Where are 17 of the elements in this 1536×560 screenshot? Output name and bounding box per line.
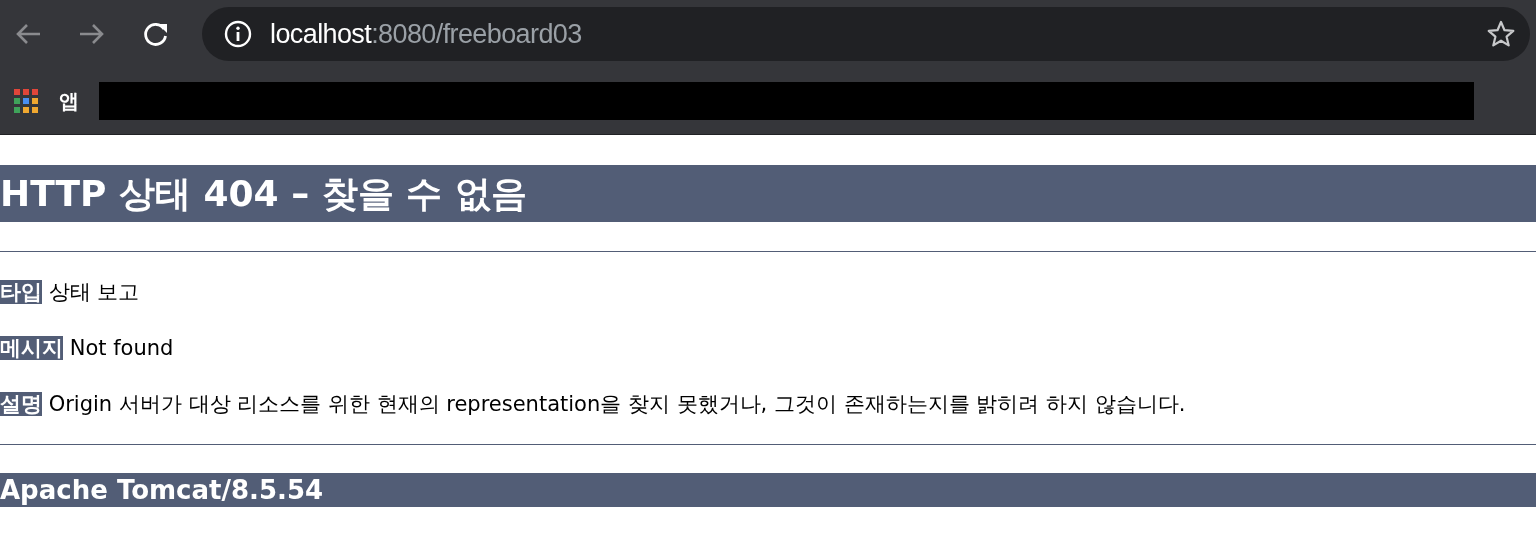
field-label: 메시지 — [0, 336, 63, 360]
url-text: localhost:8080/freeboard03 — [270, 18, 582, 50]
field-label: 타입 — [0, 280, 42, 304]
address-bar[interactable]: localhost:8080/freeboard03 — [202, 7, 1530, 61]
field-value: 상태 보고 — [48, 280, 140, 304]
bookmark-star-icon[interactable] — [1486, 19, 1516, 49]
apps-grid-icon[interactable] — [13, 88, 39, 114]
page-heading: HTTP 상태 404 – 찾을 수 없음 — [0, 165, 1536, 222]
forward-icon[interactable] — [78, 22, 106, 46]
info-icon[interactable] — [224, 20, 252, 48]
reload-icon[interactable] — [142, 20, 170, 48]
field-value: Origin 서버가 대상 리소스를 위한 현재의 representation을 찾지 못했거나, 그것이 존재하는지를 밝히려 하지 않습니다. — [48, 392, 1186, 416]
field-value: Not found — [69, 336, 174, 360]
apps-label[interactable]: 앱 — [59, 87, 79, 115]
server-footer: Apache Tomcat/8.5.54 — [0, 473, 1536, 507]
back-icon[interactable] — [14, 22, 42, 46]
field-label: 설명 — [0, 392, 42, 416]
